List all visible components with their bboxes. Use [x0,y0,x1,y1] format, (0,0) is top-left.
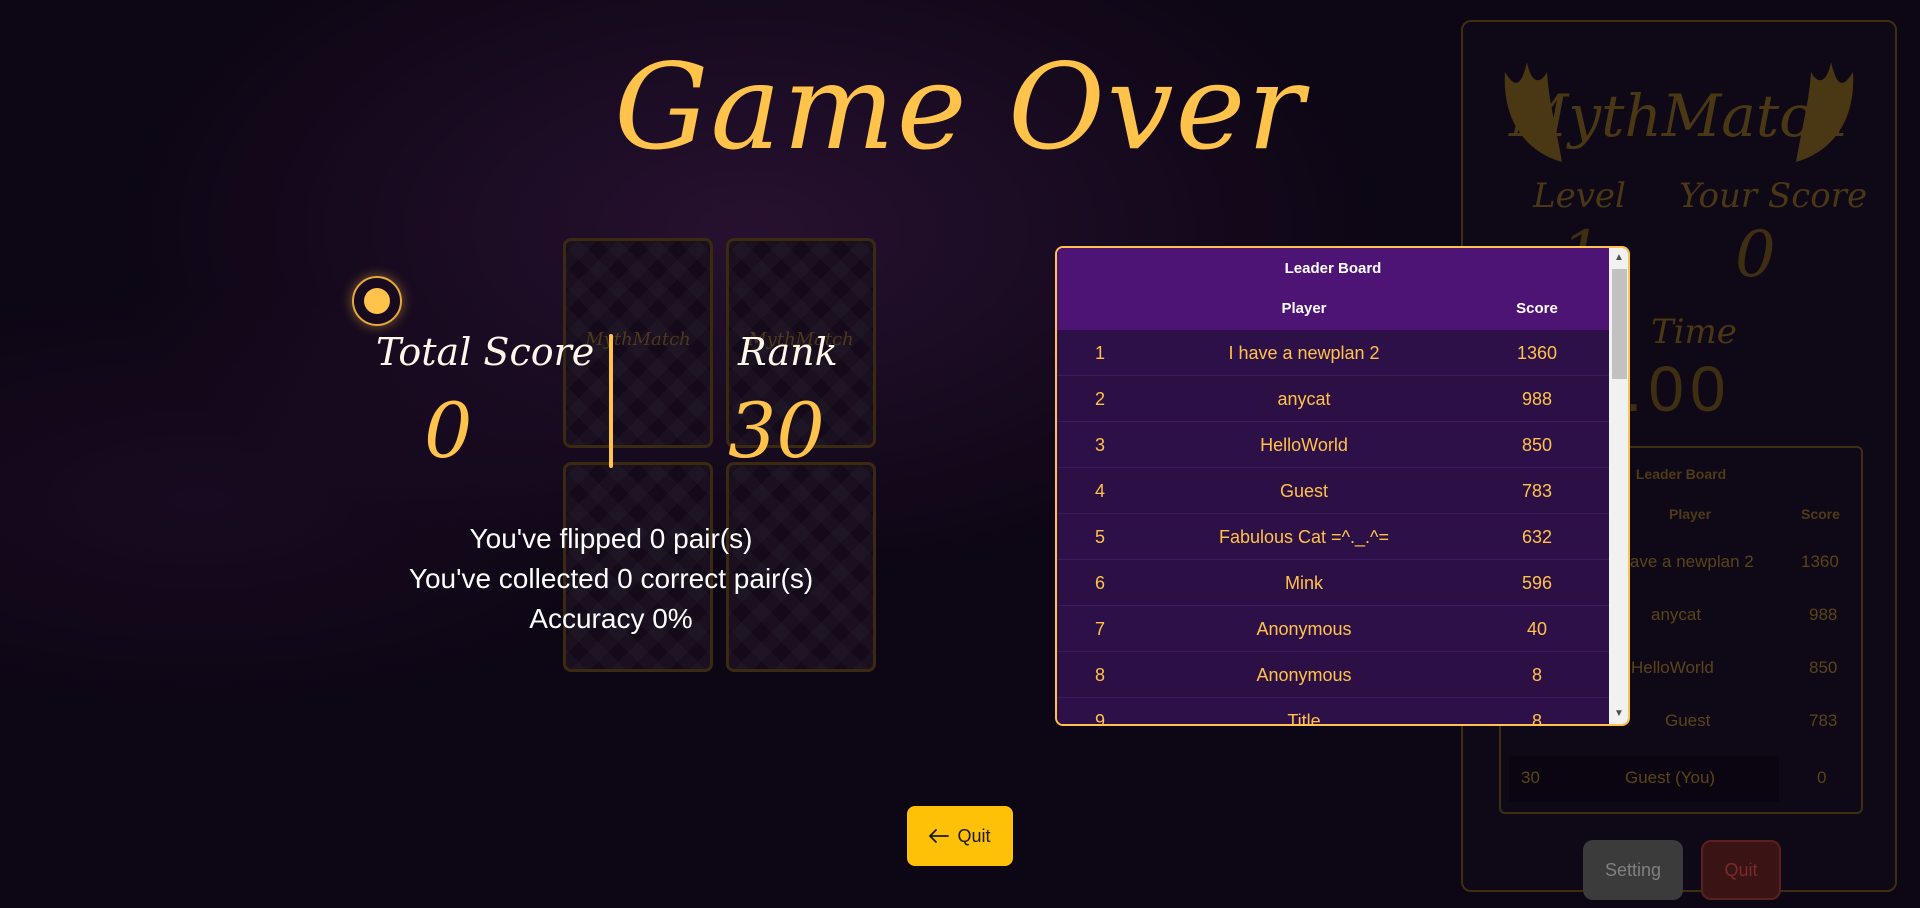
table-row: 1 I have a newplan 2 1360 [1057,330,1609,376]
side-row-player: Guest [1665,711,1711,730]
total-score-value: 0 [424,386,473,475]
side-row-player: I have a newplan 2 [1611,552,1754,571]
correct-pairs-text: You've collected 0 correct pair(s) [408,563,814,594]
side-row-score: 988 [1809,605,1838,624]
table-row: 2 anycat 988 [1057,376,1609,422]
score-cell: 632 [1521,527,1553,547]
table-row: 5 Fabulous Cat =^._.^= 632 [1057,514,1609,560]
side-you-player: Guest (You) [1625,768,1716,787]
arrow-left-icon [929,829,950,843]
side-row-score: 783 [1809,711,1838,730]
time-label: Time [1651,312,1737,352]
leaderboard-title: Leader Board [1284,260,1382,277]
score-cell: 596 [1521,573,1553,593]
scroll-down-icon[interactable]: ▼ [1614,708,1624,720]
score-label: Your Score [1679,176,1868,216]
score-cell: 850 [1521,435,1553,455]
accuracy-text: Accuracy 0% [529,603,693,634]
flipped-pairs-text: You've flipped 0 pair(s) [469,523,753,554]
side-row-player: HelloWorld [1631,658,1714,677]
side-you-score: 0 [1817,768,1827,787]
game-over-title: Game Over [614,38,1306,176]
leaderboard-scrollbar[interactable]: ▲ ▼ [1609,248,1628,724]
score-cell: 988 [1521,389,1553,409]
table-row: 4 Guest 783 [1057,468,1609,514]
column-score: Score [1516,300,1558,317]
score-value: 0 [1735,218,1776,292]
table-row: 3 HelloWorld 850 [1057,422,1609,468]
table-row: 9 Title 8 [1057,698,1609,726]
score-cell: 1360 [1516,343,1558,363]
table-row: 7 Anonymous 40 [1057,606,1609,652]
score-cell: 783 [1521,481,1553,501]
score-cell: 8 [1531,711,1542,726]
player-cell: Anonymous [1256,665,1352,685]
player-cell: anycat [1277,389,1331,409]
rank-value: 30 [728,386,825,475]
player-cell: Mink [1284,573,1323,593]
rank-cell: 4 [1094,481,1105,501]
side-row-score: 1360 [1801,552,1839,571]
side-col-player: Player [1669,506,1712,522]
table-row: 6 Mink 596 [1057,560,1609,606]
player-cell: Guest [1279,481,1329,501]
coin-icon [352,276,402,326]
rank-cell: 8 [1094,665,1105,685]
quit-button[interactable]: Quit [907,806,1013,866]
side-row-player: anycat [1651,605,1702,624]
score-cell: 40 [1526,619,1548,639]
side-quit-button: Quit [1701,840,1781,900]
stat-divider [609,334,613,468]
total-score-label: Total Score [376,330,595,374]
rank-cell: 9 [1094,711,1105,726]
rank-cell: 5 [1094,527,1105,547]
scrollbar-thumb[interactable] [1612,269,1627,379]
player-cell: Fabulous Cat =^._.^= [1219,527,1389,547]
player-cell: Title [1287,711,1321,726]
scroll-up-icon[interactable]: ▲ [1614,252,1624,264]
rank-cell: 2 [1094,389,1105,409]
player-cell: I have a newplan 2 [1228,343,1380,363]
score-cell: 8 [1531,665,1542,685]
level-label: Level [1533,176,1626,216]
side-you-rank: 30 [1521,768,1540,787]
column-player: Player [1281,300,1327,317]
table-row: 8 Anonymous 8 [1057,652,1609,698]
leaderboard: Leader Board Player Score 1 I have a new… [1055,246,1630,726]
side-row-score: 850 [1809,658,1838,677]
rank-cell: 6 [1094,573,1105,593]
rank-label: Rank [738,330,838,374]
quit-button-label: Quit [957,825,991,846]
side-col-score: Score [1801,506,1840,522]
player-cell: Anonymous [1256,619,1352,639]
rank-cell: 1 [1094,343,1105,363]
player-cell: HelloWorld [1260,435,1348,455]
rank-cell: 3 [1094,435,1105,455]
rank-cell: 7 [1094,619,1105,639]
setting-button: Setting [1583,840,1683,900]
